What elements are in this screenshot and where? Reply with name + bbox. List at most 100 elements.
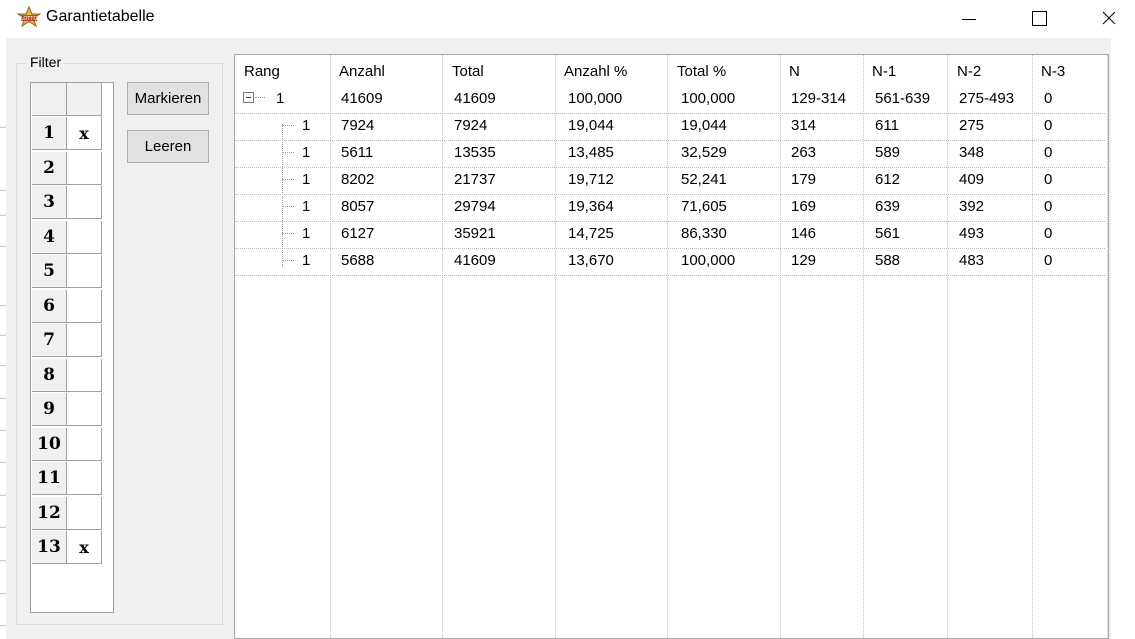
filter-mark-cell[interactable] <box>67 324 102 357</box>
filter-row-number[interactable]: 5 <box>32 255 67 288</box>
filter-row-number[interactable]: 4 <box>32 220 67 254</box>
filter-mark-cell[interactable] <box>67 186 102 219</box>
table-cell: 6127 <box>341 225 375 242</box>
filter-row[interactable]: 11 <box>31 462 115 496</box>
table-cell: 100,000 <box>681 252 736 269</box>
filter-row[interactable]: 4 <box>31 220 115 255</box>
column-header[interactable]: N-3 <box>1041 63 1065 80</box>
table-cell: 41609 <box>454 90 496 107</box>
filter-header-cell <box>32 83 67 116</box>
filter-grid[interactable]: 1 x 2 3 4 5 6 7 8 9 10 11 12 13 x <box>30 82 114 613</box>
table-cell: 0 <box>1044 198 1053 215</box>
filter-mark-cell[interactable] <box>67 289 102 323</box>
app-icon: LOTTO <box>17 6 41 28</box>
tree-connector <box>282 179 294 180</box>
filter-row-number[interactable]: 12 <box>32 496 67 530</box>
markieren-button[interactable]: Markieren <box>127 82 209 115</box>
filter-mark-cell[interactable] <box>67 393 102 426</box>
table-cell: 589 <box>875 144 901 161</box>
filter-row[interactable]: 9 <box>31 393 115 427</box>
filter-row[interactable]: 13 x <box>31 531 115 565</box>
column-separator <box>780 55 781 638</box>
column-header[interactable]: Total <box>452 63 484 80</box>
filter-row[interactable]: 12 <box>31 496 115 531</box>
table-cell: 0 <box>1044 117 1053 134</box>
table-cell: 1 <box>276 90 285 107</box>
filter-row-number[interactable]: 13 <box>32 531 67 564</box>
filter-mark-cell[interactable] <box>67 496 102 530</box>
table-cell: 1 <box>302 198 311 215</box>
filter-row[interactable]: 10 <box>31 427 115 462</box>
table-cell: 52,241 <box>681 171 727 188</box>
column-header[interactable]: Rang <box>244 63 280 80</box>
table-cell: 314 <box>791 117 817 134</box>
table-cell: 1 <box>302 117 311 134</box>
filter-row-number[interactable]: 7 <box>32 324 67 357</box>
table-cell: 611 <box>875 117 899 134</box>
table-cell: 588 <box>875 252 901 269</box>
filter-row-number[interactable]: 10 <box>32 427 67 461</box>
filter-row-number[interactable]: 6 <box>32 289 67 323</box>
column-header[interactable]: Anzahl % <box>564 63 627 80</box>
table-cell: 13,670 <box>568 252 614 269</box>
filter-mark-cell[interactable] <box>67 151 102 185</box>
leeren-button[interactable]: Leeren <box>127 130 209 163</box>
column-separator <box>863 55 864 638</box>
filter-row-number[interactable]: 8 <box>32 358 67 392</box>
filter-mark-cell[interactable] <box>67 220 102 254</box>
filter-mark-cell[interactable]: x <box>67 531 102 564</box>
filter-row-number[interactable]: 11 <box>32 462 67 495</box>
filter-mark-cell[interactable]: x <box>67 117 102 150</box>
table-cell: 483 <box>959 252 985 269</box>
filter-mark-cell[interactable] <box>67 462 102 495</box>
table-cell: 129 <box>791 252 817 269</box>
table-cell: 1 <box>302 252 311 269</box>
table-cell: 13,485 <box>568 144 614 161</box>
table-cell: 14,725 <box>568 225 614 242</box>
filter-row[interactable]: 3 <box>31 186 115 220</box>
table-cell: 8057 <box>341 198 375 215</box>
table-cell: 32,529 <box>681 144 727 161</box>
filter-row[interactable]: 8 <box>31 358 115 393</box>
filter-label: Filter <box>28 54 64 70</box>
close-button[interactable] <box>1086 0 1132 36</box>
filter-mark-cell[interactable] <box>67 255 102 288</box>
filter-mark-cell[interactable] <box>67 358 102 392</box>
filter-row[interactable]: 5 <box>31 255 115 289</box>
filter-row[interactable]: 1x <box>31 117 115 151</box>
filter-row-number[interactable]: 9 <box>32 393 67 426</box>
table-cell: 19,044 <box>568 117 614 134</box>
filter-row[interactable]: 6 <box>31 289 115 324</box>
filter-row-number[interactable]: 3 <box>32 186 67 219</box>
table-cell: 275-493 <box>959 90 1015 107</box>
minimize-button[interactable] <box>946 0 992 36</box>
table-cell: 13535 <box>454 144 496 161</box>
table-cell: 0 <box>1044 90 1053 107</box>
title-bar[interactable]: LOTTO Garantietabelle <box>6 0 1135 38</box>
table-cell: 86,330 <box>681 225 727 242</box>
table-cell: 41609 <box>341 90 383 107</box>
column-header[interactable]: N-1 <box>872 63 896 80</box>
filter-row-number[interactable]: 1 <box>32 117 67 150</box>
maximize-button[interactable] <box>1016 0 1062 36</box>
filter-row[interactable]: 2 <box>31 151 115 186</box>
table-cell: 263 <box>791 144 817 161</box>
guarantee-table[interactable]: Rang Anzahl Total Anzahl % Total % N N-1 N-2 N-3… <box>234 54 1109 639</box>
row-separator <box>235 275 1105 276</box>
maximize-icon <box>1031 10 1047 26</box>
table-cell: 612 <box>875 171 901 188</box>
table-cell: 21737 <box>454 171 496 188</box>
table-cell: 129-314 <box>791 90 847 107</box>
filter-row[interactable]: 7 <box>31 324 115 358</box>
collapse-icon[interactable] <box>243 92 254 103</box>
filter-mark-cell[interactable] <box>67 427 102 461</box>
filter-row-number[interactable]: 2 <box>32 151 67 185</box>
table-cell: 8202 <box>341 171 375 188</box>
column-header[interactable]: N-2 <box>957 63 981 80</box>
column-header[interactable]: Total % <box>677 63 726 80</box>
column-header[interactable]: N <box>789 63 800 80</box>
column-header[interactable]: Anzahl <box>339 63 385 80</box>
table-cell: 409 <box>959 171 985 188</box>
tree-connector <box>255 97 265 98</box>
row-separator <box>235 113 1105 114</box>
